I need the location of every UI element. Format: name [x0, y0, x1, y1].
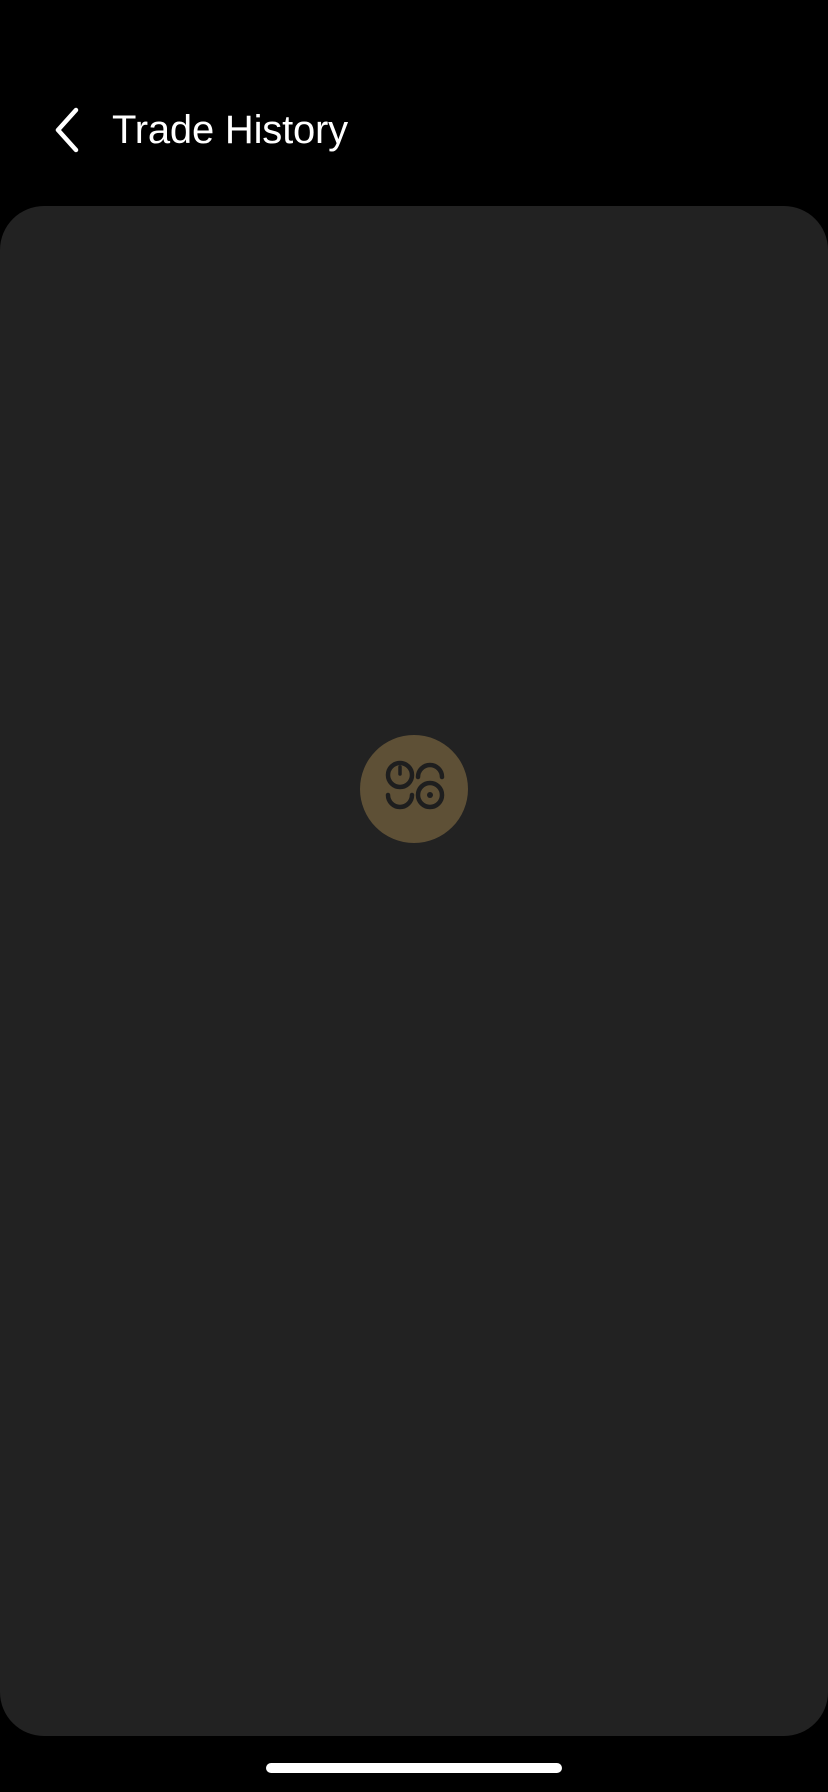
- home-indicator[interactable]: [266, 1763, 562, 1773]
- back-button[interactable]: [40, 102, 96, 158]
- page-title: Trade History: [112, 108, 348, 152]
- trade-history-panel: [0, 206, 828, 1736]
- top-bar: Trade History: [0, 92, 828, 168]
- chevron-left-icon: [52, 106, 84, 154]
- loading-spinner: [360, 735, 468, 843]
- app-logo-icon: [378, 753, 450, 825]
